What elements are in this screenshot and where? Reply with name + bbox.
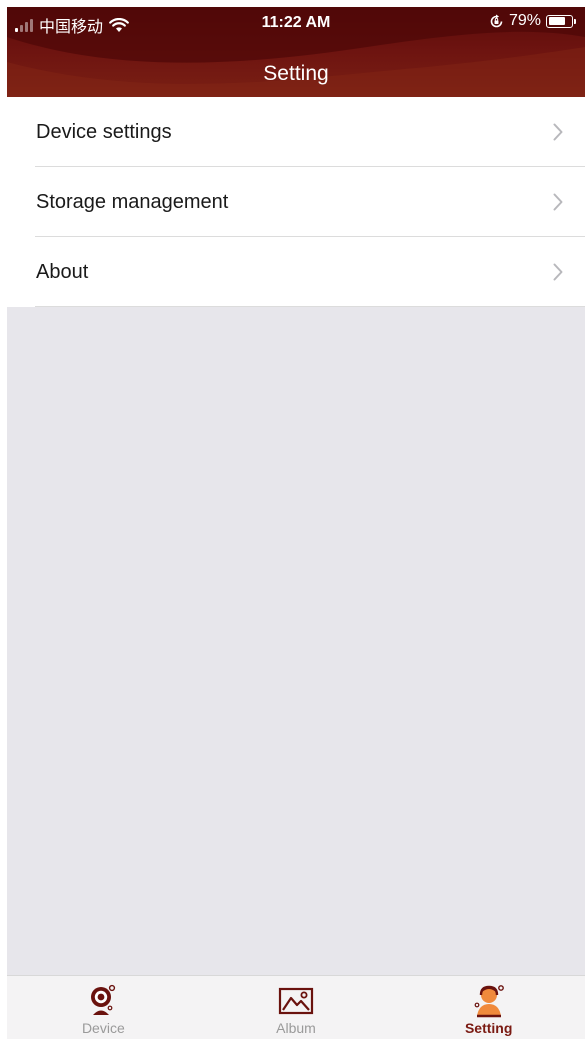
menu-item-label: Storage management [36,190,229,213]
image-icon [278,987,314,1015]
page-title: Setting [263,62,329,85]
menu-item-storage-management[interactable]: Storage management [7,167,585,237]
webcam-icon [91,984,116,1015]
divider [35,306,585,307]
tab-device[interactable]: Device [7,976,200,1039]
tab-setting[interactable]: Setting [392,976,585,1039]
tab-bar: Device Album Setting [7,975,585,1039]
menu-item-about[interactable]: About [7,237,585,307]
menu-item-label: About [36,260,89,283]
phone-screen: 中国移动 11:22 AM 79% Setting Device setting… [7,7,585,1039]
tab-label: Device [81,1020,125,1036]
menu-item-device-settings[interactable]: Device settings [7,97,585,167]
status-right: 79% [489,12,576,30]
settings-menu: Device settings Storage management About [7,97,585,307]
chevron-right-icon [553,123,563,141]
nav-header: 中国移动 11:22 AM 79% Setting [7,7,585,97]
battery-percent: 79% [508,12,541,29]
chevron-right-icon [553,263,563,281]
tab-label: Setting [464,1020,513,1036]
orientation-lock-icon [490,14,503,27]
tab-album[interactable]: Album [200,976,393,1039]
menu-item-label: Device settings [36,120,172,143]
battery-icon [546,14,576,28]
person-icon [474,985,504,1018]
battery-fill [548,17,566,25]
chevron-right-icon [553,193,563,211]
tab-label: Album [276,1020,316,1036]
status-bar: 中国移动 11:22 AM 79% [7,7,585,39]
